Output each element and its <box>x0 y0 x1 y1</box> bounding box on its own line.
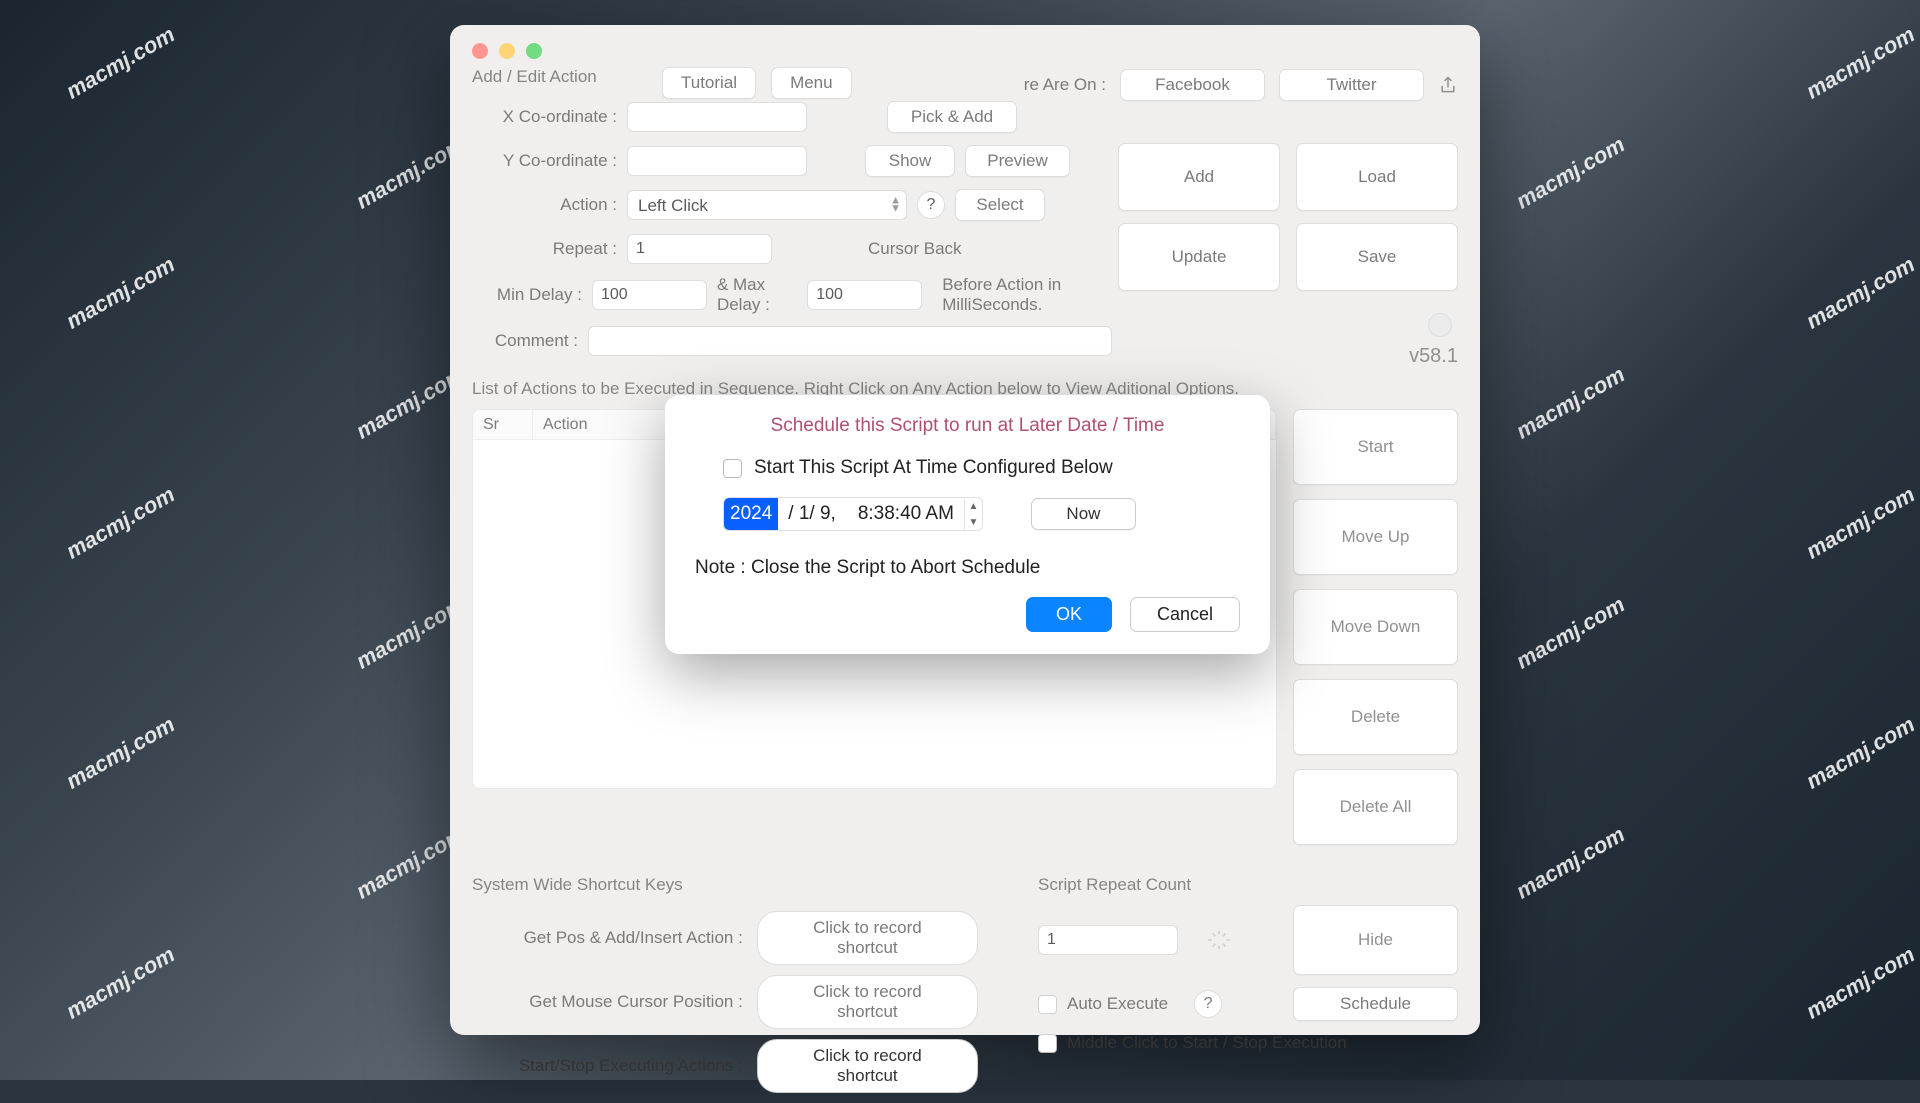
repeat-count-input[interactable] <box>1038 925 1178 955</box>
save-button[interactable]: Save <box>1296 223 1458 291</box>
spinner-icon <box>1208 929 1230 951</box>
repeat-count-label: Script Repeat Count <box>1038 875 1458 895</box>
record-shortcut-1[interactable]: Click to record shortcut <box>757 911 978 965</box>
stepper-up-icon[interactable]: ▲ <box>965 498 982 514</box>
traffic-lights <box>472 43 1458 59</box>
max-delay-input[interactable] <box>807 280 922 310</box>
add-button[interactable]: Add <box>1118 143 1280 211</box>
cursor-back-label: Cursor Back <box>868 239 962 259</box>
record-shortcut-2[interactable]: Click to record shortcut <box>757 975 978 1029</box>
y-coord-input[interactable] <box>627 146 807 176</box>
get-mouse-label: Get Mouse Cursor Position : <box>472 992 743 1012</box>
stepper-down-icon[interactable]: ▼ <box>965 514 982 530</box>
twitter-button[interactable]: Twitter <box>1279 69 1424 101</box>
close-window-button[interactable] <box>472 43 488 59</box>
action-help-button[interactable]: ? <box>917 191 945 219</box>
schedule-modal: Schedule this Script to run at Later Dat… <box>665 395 1270 654</box>
now-button[interactable]: Now <box>1031 498 1136 530</box>
action-label: Action : <box>472 195 617 215</box>
modal-note: Note : Close the Script to Abort Schedul… <box>695 557 1240 579</box>
min-delay-input[interactable] <box>592 280 707 310</box>
y-coord-label: Y Co-ordinate : <box>472 151 617 171</box>
show-button[interactable]: Show <box>865 145 955 177</box>
delete-button[interactable]: Delete <box>1293 679 1458 755</box>
start-button[interactable]: Start <box>1293 409 1458 485</box>
hide-button[interactable]: Hide <box>1293 905 1458 975</box>
start-script-label: Start This Script At Time Configured Bel… <box>754 457 1113 479</box>
time-value[interactable]: 8:38:40 AM <box>858 503 954 525</box>
version-label: v58.1 <box>1409 345 1458 368</box>
start-script-checkbox[interactable] <box>723 459 742 478</box>
toggle-switch[interactable] <box>1428 313 1452 337</box>
select-button[interactable]: Select <box>955 189 1045 221</box>
zoom-window-button[interactable] <box>526 43 542 59</box>
min-delay-label: Min Delay : <box>472 285 582 305</box>
repeat-input[interactable] <box>627 234 772 264</box>
date-value[interactable]: / 1/ 9, <box>788 503 836 525</box>
move-down-button[interactable]: Move Down <box>1293 589 1458 665</box>
facebook-button[interactable]: Facebook <box>1120 69 1265 101</box>
tutorial-button[interactable]: Tutorial <box>662 67 756 99</box>
comment-label: Comment : <box>472 331 578 351</box>
table-header-sr: Sr <box>473 410 533 439</box>
delete-all-button[interactable]: Delete All <box>1293 769 1458 845</box>
start-stop-label: Start/Stop Executing Actions : <box>472 1056 743 1076</box>
ok-button[interactable]: OK <box>1026 597 1112 632</box>
shortcuts-title: System Wide Shortcut Keys <box>472 875 978 895</box>
datetime-field[interactable]: 2024 / 1/ 9, 8:38:40 AM ▲ ▼ <box>723 497 983 531</box>
pick-add-button[interactable]: Pick & Add <box>887 101 1017 133</box>
auto-execute-label: Auto Execute <box>1067 994 1168 1014</box>
repeat-label: Repeat : <box>472 239 617 259</box>
modal-title: Schedule this Script to run at Later Dat… <box>695 415 1240 437</box>
record-shortcut-3[interactable]: Click to record shortcut <box>757 1039 978 1093</box>
are-on-label: re Are On : <box>1024 75 1106 95</box>
auto-execute-checkbox[interactable] <box>1038 995 1057 1014</box>
share-icon[interactable] <box>1438 74 1458 96</box>
preview-button[interactable]: Preview <box>965 145 1070 177</box>
cancel-button[interactable]: Cancel <box>1130 597 1240 632</box>
datetime-stepper[interactable]: ▲ ▼ <box>964 498 982 530</box>
year-value[interactable]: 2024 <box>724 498 778 530</box>
load-button[interactable]: Load <box>1296 143 1458 211</box>
auto-execute-help-button[interactable]: ? <box>1194 990 1222 1018</box>
minimize-window-button[interactable] <box>499 43 515 59</box>
move-up-button[interactable]: Move Up <box>1293 499 1458 575</box>
middle-click-checkbox[interactable] <box>1038 1034 1057 1053</box>
schedule-button[interactable]: Schedule <box>1293 987 1458 1021</box>
x-coord-input[interactable] <box>627 102 807 132</box>
get-pos-label: Get Pos & Add/Insert Action : <box>472 928 743 948</box>
update-button[interactable]: Update <box>1118 223 1280 291</box>
middle-click-label: Middle Click to Start / Stop Execution <box>1067 1033 1347 1053</box>
before-action-label: Before Action in MilliSeconds. <box>942 275 1112 315</box>
action-select[interactable]: Left Click <box>627 190 907 220</box>
comment-input[interactable] <box>588 326 1112 356</box>
max-delay-label: & Max Delay : <box>717 275 797 315</box>
menu-button[interactable]: Menu <box>771 67 852 99</box>
x-coord-label: X Co-ordinate : <box>472 107 617 127</box>
